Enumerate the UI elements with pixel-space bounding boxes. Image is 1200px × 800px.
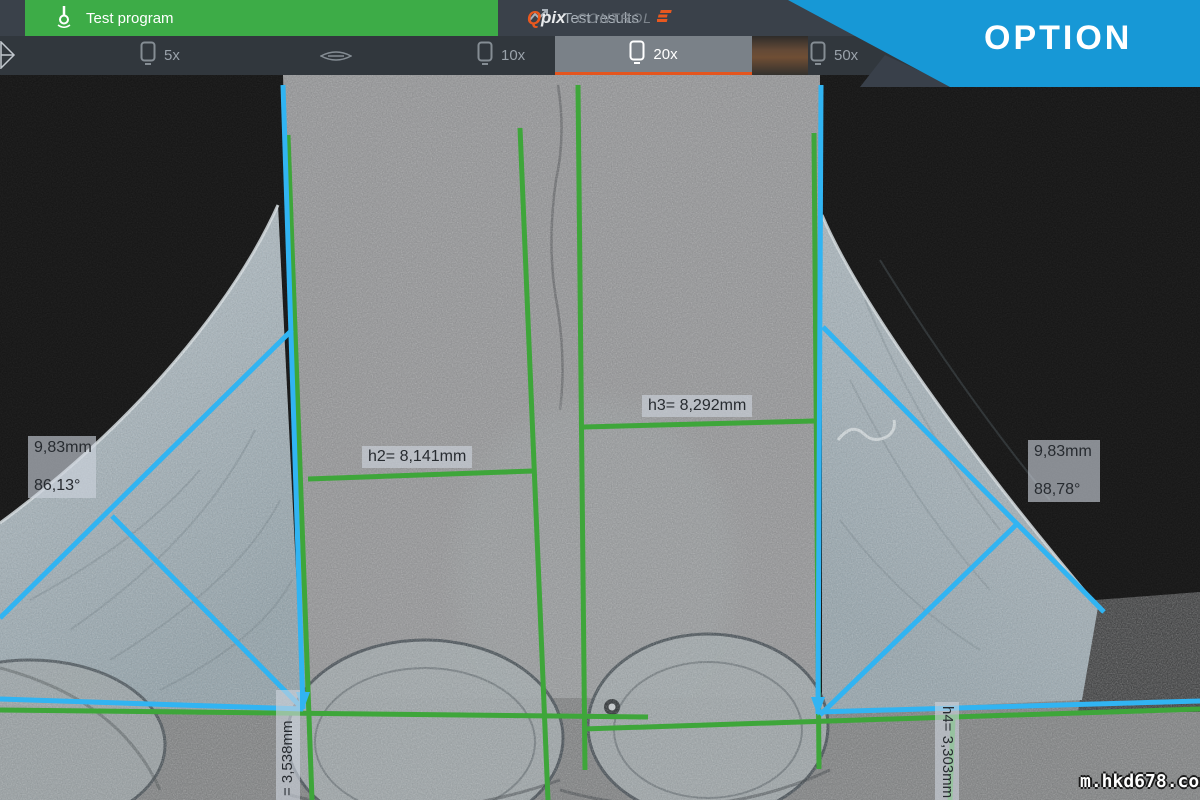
- zoom-option-10x-label: 10x: [501, 47, 525, 64]
- zoom-option-20x-label: 20x: [653, 46, 677, 63]
- h3-measurement-label: h3= 8,292mm: [642, 395, 752, 417]
- zoom-option-20x[interactable]: 20x: [555, 36, 752, 75]
- collapse-arrow-icon[interactable]: [0, 41, 16, 74]
- h4-measurement-label: h4= 3,303mm: [935, 702, 959, 800]
- logo-pix: pix: [541, 8, 566, 28]
- logo-e-icon: [657, 9, 673, 28]
- left-measurement-label: 9,83mm 86,13°: [28, 436, 96, 498]
- h1-measurement-label-wrap: = 3,538mm: [276, 690, 300, 800]
- tab-test-program[interactable]: Test program: [25, 0, 498, 36]
- h1-measurement-label: = 3,538mm: [276, 690, 300, 800]
- option-banner-shape: [760, 0, 1200, 92]
- thermometer-icon: [55, 4, 73, 32]
- lens-icon: [477, 41, 493, 70]
- tab-test-program-label: Test program: [86, 10, 174, 27]
- logo-control: CONTROL: [577, 10, 652, 26]
- right-length-value: 9,83mm: [1034, 443, 1094, 461]
- h2-measurement-label: h2= 8,141mm: [362, 446, 472, 468]
- option-banner[interactable]: OPTION: [984, 19, 1132, 58]
- lens-icon: [629, 40, 645, 69]
- left-angle-value: 86,13°: [34, 477, 90, 495]
- lens-crosshair-icon[interactable]: [320, 49, 352, 68]
- logo-q: Q: [527, 8, 540, 29]
- right-angle-value: 88,78°: [1034, 481, 1094, 499]
- zoom-option-10x[interactable]: 10x: [477, 36, 525, 75]
- watermark-text: m.hkd678.com: [1080, 771, 1200, 792]
- left-length-value: 9,83mm: [34, 439, 90, 457]
- qpix-control-app: 9,83mm 86,13° h2= 8,141mm h3= 8,292mm 9,…: [0, 0, 1200, 800]
- h4-measurement-label-wrap: h4= 3,303mm: [935, 702, 959, 800]
- zoom-option-5x[interactable]: 5x: [140, 36, 180, 75]
- right-measurement-label: 9,83mm 88,78°: [1028, 440, 1100, 502]
- lens-icon: [140, 41, 156, 70]
- specimen-viewer[interactable]: [0, 75, 1200, 800]
- app-logo: Qpix CONTROL: [527, 0, 673, 36]
- zoom-option-5x-label: 5x: [164, 47, 180, 64]
